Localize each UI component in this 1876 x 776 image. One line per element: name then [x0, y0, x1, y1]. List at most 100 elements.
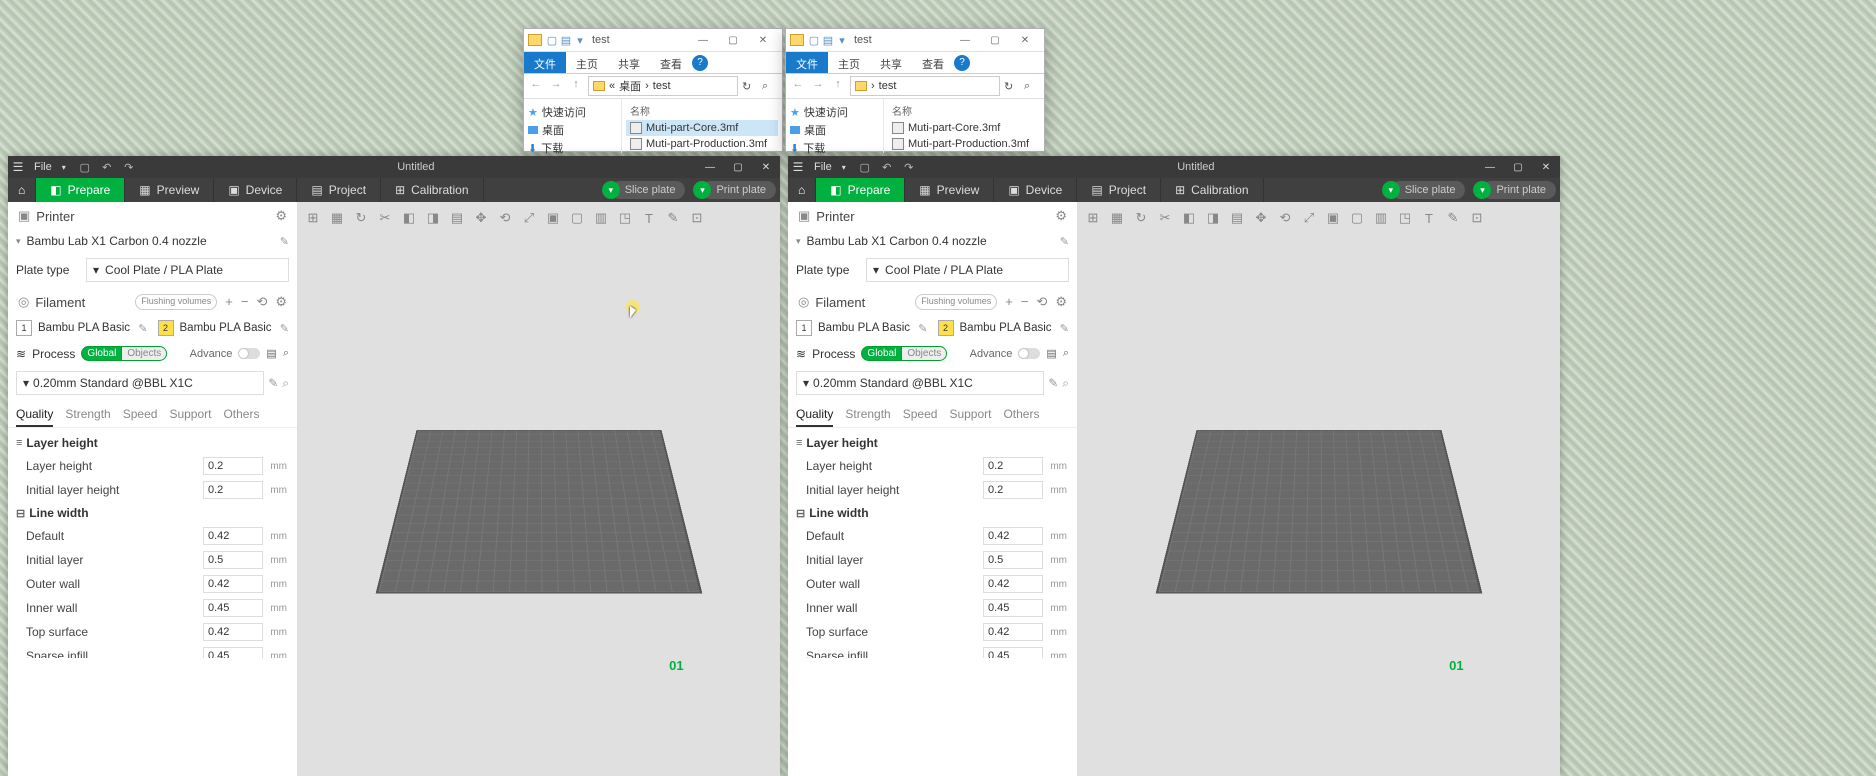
- maximize-button[interactable]: ▢: [718, 30, 748, 50]
- plate-type-select[interactable]: ▾Cool Plate / PLA Plate: [866, 258, 1069, 282]
- move-icon[interactable]: ✥: [1250, 207, 1272, 229]
- help-icon[interactable]: ?: [692, 55, 708, 71]
- scale-icon[interactable]: ⤢: [518, 207, 540, 229]
- file-row[interactable]: Muti-part-Production.3mf: [888, 136, 1040, 152]
- ribbon-tab-share[interactable]: 共享: [870, 52, 912, 73]
- plate-type-select[interactable]: ▾Cool Plate / PLA Plate: [86, 258, 289, 282]
- ribbon-tab-file[interactable]: 文件: [524, 52, 566, 73]
- split-icon[interactable]: ✂: [374, 207, 396, 229]
- process-preset-select[interactable]: ▾0.20mm Standard @BBL X1C: [796, 371, 1044, 395]
- orient-icon[interactable]: ↻: [350, 207, 372, 229]
- section-line-width[interactable]: ⊟Line width: [14, 502, 291, 524]
- tool-icon[interactable]: ◧: [398, 207, 420, 229]
- bambu-studio-window-left[interactable]: ☰ File ▾ ▢ ↶ ↷ Untitled — ▢ ✕ ⌂ ◧Prepare…: [8, 156, 780, 776]
- edit-icon[interactable]: ✎: [138, 322, 147, 335]
- minimize-button[interactable]: —: [688, 30, 718, 50]
- param-input[interactable]: 0.2: [203, 457, 263, 475]
- device-tab[interactable]: ▣Device: [994, 178, 1077, 202]
- refresh-button[interactable]: ↻: [1004, 80, 1020, 93]
- edit-icon[interactable]: ✎: [1060, 322, 1069, 335]
- undo-icon[interactable]: ↶: [880, 161, 894, 174]
- param-input[interactable]: 0.2: [203, 481, 263, 499]
- ribbon-tab-home[interactable]: 主页: [828, 52, 870, 73]
- up-button[interactable]: ↑: [830, 78, 846, 94]
- prepare-tab[interactable]: ◧Prepare: [816, 178, 905, 202]
- global-objects-toggle[interactable]: GlobalObjects: [81, 346, 167, 361]
- scale-icon[interactable]: ⤢: [1298, 207, 1320, 229]
- home-tab[interactable]: ⌂: [788, 178, 816, 202]
- subtab-speed[interactable]: Speed: [123, 403, 158, 427]
- titlebar[interactable]: ▢ ▤ ▾ test — ▢ ✕: [524, 29, 782, 52]
- edit-icon[interactable]: ✎: [918, 322, 927, 335]
- filament-slot-1[interactable]: 1Bambu PLA Basic✎: [796, 320, 928, 336]
- color-swatch[interactable]: 1: [16, 320, 32, 336]
- nav-downloads[interactable]: ⬇下载: [526, 139, 619, 157]
- nav-desktop[interactable]: 桌面: [526, 121, 619, 139]
- tool-icon[interactable]: ▣: [542, 207, 564, 229]
- add-plate-icon[interactable]: ⊞: [1082, 207, 1104, 229]
- param-input[interactable]: 0.5: [983, 551, 1043, 569]
- qat-dropdown-icon[interactable]: ▾: [574, 34, 586, 46]
- process-preset-select[interactable]: ▾0.20mm Standard @BBL X1C: [16, 371, 264, 395]
- qat-props-icon[interactable]: ▤: [560, 34, 572, 46]
- gear-icon[interactable]: ⚙: [275, 294, 287, 310]
- filament-panel-header[interactable]: ◎ Filament Flushing volumes + − ⟲ ⚙: [8, 288, 297, 316]
- sync-icon[interactable]: ⟲: [256, 294, 267, 310]
- add-filament-button[interactable]: +: [1005, 294, 1013, 310]
- printer-panel-header[interactable]: ▣ Printer ⚙: [8, 202, 297, 230]
- forward-button[interactable]: →: [810, 78, 826, 94]
- param-input[interactable]: 0.42: [203, 575, 263, 593]
- ribbon-tab-file[interactable]: 文件: [786, 52, 828, 73]
- hamburger-icon[interactable]: ☰: [8, 160, 28, 174]
- edit-icon[interactable]: ✎: [268, 376, 278, 390]
- sync-icon[interactable]: ⟲: [1036, 294, 1047, 310]
- tool-icon[interactable]: ▤: [446, 207, 468, 229]
- filament-slot-2[interactable]: 2 Bambu PLA Basic ✎: [158, 320, 290, 336]
- minimize-button[interactable]: —: [1476, 162, 1504, 173]
- arrange-icon[interactable]: ▦: [326, 207, 348, 229]
- param-input[interactable]: 0.45: [983, 647, 1043, 658]
- tool-icon[interactable]: ▢: [566, 207, 588, 229]
- subtab-support[interactable]: Support: [169, 403, 211, 427]
- param-input[interactable]: 0.42: [983, 623, 1043, 641]
- filament-slot-2[interactable]: 2Bambu PLA Basic✎: [938, 320, 1070, 336]
- slice-button[interactable]: ▾Slice plate: [602, 180, 686, 200]
- file-row[interactable]: Muti-part-Production.3mf: [626, 136, 778, 152]
- quick-access[interactable]: ★快速访问: [526, 103, 619, 121]
- qat-save-icon[interactable]: ▢: [546, 34, 558, 46]
- maximize-button[interactable]: ▢: [980, 30, 1010, 50]
- ribbon-tab-share[interactable]: 共享: [608, 52, 650, 73]
- 3d-viewport[interactable]: ⊞ ▦ ↻ ✂ ◧ ◨ ▤ ✥ ⟲ ⤢ ▣ ▢ ▥ ◳ T ✎ ⊡ 01: [298, 202, 780, 776]
- hamburger-icon[interactable]: ☰: [788, 160, 808, 174]
- text-icon[interactable]: T: [638, 207, 660, 229]
- crumb[interactable]: test: [879, 80, 897, 92]
- compare-icon[interactable]: ▤: [1046, 347, 1056, 360]
- ribbon-tab-home[interactable]: 主页: [566, 52, 608, 73]
- column-header-name[interactable]: 名称: [888, 101, 1040, 120]
- add-filament-button[interactable]: +: [225, 294, 233, 310]
- device-tab[interactable]: ▣Device: [214, 178, 297, 202]
- assembly-icon[interactable]: ⊡: [686, 207, 708, 229]
- param-input[interactable]: 0.42: [983, 575, 1043, 593]
- titlebar[interactable]: ☰ File ▾ ▢ ↶ ↷ Untitled — ▢ ✕: [8, 156, 780, 178]
- redo-icon[interactable]: ↷: [122, 161, 136, 174]
- print-button[interactable]: ▾Print plate: [693, 180, 776, 200]
- edit-icon[interactable]: ✎: [280, 235, 289, 248]
- search-icon[interactable]: ⌕: [1024, 80, 1040, 93]
- close-button[interactable]: ✕: [752, 162, 780, 173]
- search-icon[interactable]: ⌕: [1062, 376, 1069, 391]
- remove-filament-button[interactable]: −: [241, 294, 249, 310]
- param-input[interactable]: 0.45: [203, 599, 263, 617]
- flushing-volumes-button[interactable]: Flushing volumes: [915, 294, 997, 310]
- project-tab[interactable]: ▤Project: [297, 178, 381, 202]
- nav-desktop[interactable]: 桌面: [788, 121, 881, 139]
- file-explorer-window-right[interactable]: ▢▤▾ test — ▢ ✕ 文件 主页 共享 查看 ? ← → ↑ › tes…: [785, 28, 1045, 152]
- crumb[interactable]: test: [653, 80, 671, 92]
- column-header-name[interactable]: 名称: [626, 101, 778, 120]
- remove-filament-button[interactable]: −: [1021, 294, 1029, 310]
- preview-tab[interactable]: ▦Preview: [125, 178, 214, 202]
- minimize-button[interactable]: —: [950, 30, 980, 50]
- undo-icon[interactable]: ↶: [100, 161, 114, 174]
- search-icon[interactable]: ⌕: [283, 347, 289, 360]
- 3d-viewport[interactable]: ⊞▦↻✂◧◨▤✥⟲⤢▣▢▥◳T✎⊡ 01: [1078, 202, 1560, 776]
